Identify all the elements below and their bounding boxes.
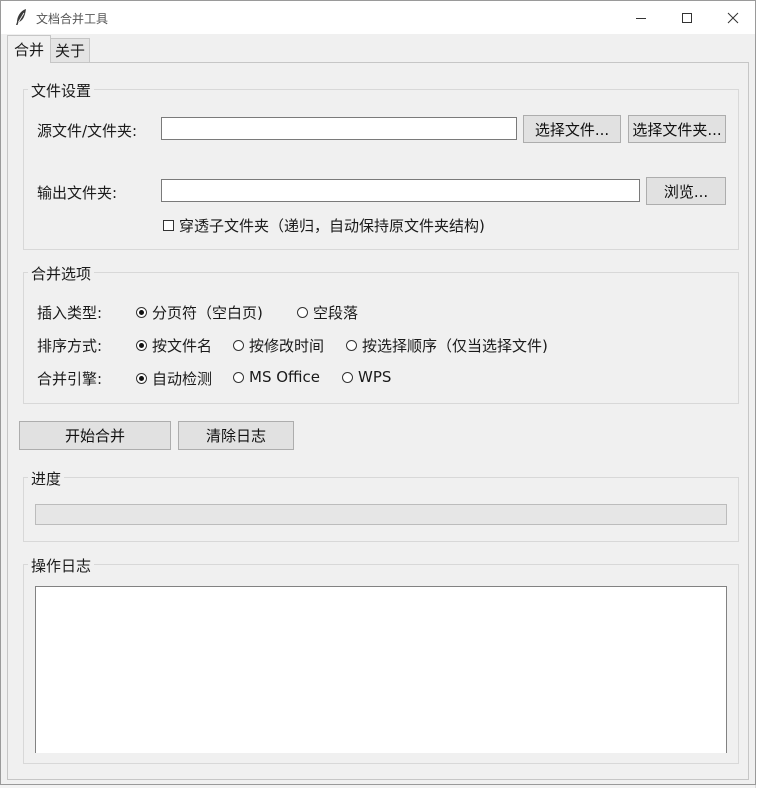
output-input[interactable] [161,179,640,202]
progress-bar [35,504,727,525]
radio-button-selected[interactable] [136,340,147,351]
radio-insert-empty-paragraph[interactable]: 空段落 [297,302,358,323]
radio-label: WPS [358,368,392,386]
radio-insert-page-break[interactable]: 分页符（空白页) [136,302,263,323]
tab-about[interactable]: 关于 [50,38,90,62]
source-label: 源文件/文件夹: [37,122,138,140]
app-window: 文档合并工具 合并 关于 文件设置 源文件/文件夹: 选择文件... 选择文件夹… [0,0,756,785]
background-app-window [755,0,762,788]
output-label: 输出文件夹: [37,184,118,202]
recursive-checkbox-label: 穿透子文件夹（递归，自动保持原文件夹结构) [179,217,485,235]
merge-options-title: 合并选项 [28,263,95,284]
feather-icon [16,9,26,25]
radio-engine-wps[interactable]: WPS [342,368,391,386]
radio-label: 自动检测 [152,370,213,388]
radio-engine-auto[interactable]: 自动检测 [136,368,212,389]
recursive-checkbox[interactable]: 穿透子文件夹（递归，自动保持原文件夹结构) [163,215,485,236]
radio-label: 按文件名 [152,337,213,355]
radio-engine-ms-office[interactable]: MS Office [233,368,320,386]
minimize-button[interactable] [618,1,664,34]
minimize-icon [636,17,646,19]
maximize-button[interactable] [664,1,710,34]
radio-button[interactable] [233,340,244,351]
start-merge-button[interactable]: 开始合并 [19,421,171,450]
browse-button[interactable]: 浏览... [646,177,726,205]
radio-label: 按选择顺序（仅当选择文件) [362,337,548,355]
log-title: 操作日志 [28,555,95,576]
radio-label: 空段落 [313,304,359,322]
insert-type-label: 插入类型: [37,304,103,322]
title-bar[interactable]: 文档合并工具 [1,1,755,34]
radio-button[interactable] [297,307,308,318]
tab-merge[interactable]: 合并 [7,35,51,63]
progress-title: 进度 [28,468,65,489]
radio-label: MS Office [249,368,321,386]
window-title: 文档合并工具 [36,12,109,26]
select-folder-button[interactable]: 选择文件夹... [628,115,726,143]
log-textarea[interactable] [35,586,727,753]
close-icon [727,12,739,23]
radio-button-selected[interactable] [136,307,147,318]
radio-sort-selection-order[interactable]: 按选择顺序（仅当选择文件) [346,335,548,356]
radio-button-selected[interactable] [136,373,147,384]
radio-label: 按修改时间 [249,337,325,355]
radio-button[interactable] [342,371,353,383]
sort-method-label: 排序方式: [37,337,103,355]
maximize-icon [682,12,692,23]
clear-log-button[interactable]: 清除日志 [178,421,294,450]
engine-label: 合并引擎: [37,370,103,388]
radio-button[interactable] [233,371,244,383]
file-settings-title: 文件设置 [28,80,95,101]
checkbox-box[interactable] [163,220,174,231]
close-button[interactable] [710,1,756,34]
source-input[interactable] [161,117,517,140]
radio-sort-modified-time[interactable]: 按修改时间 [233,335,324,356]
radio-sort-filename[interactable]: 按文件名 [136,335,212,356]
radio-button[interactable] [346,340,357,351]
select-file-button[interactable]: 选择文件... [523,115,621,143]
radio-label: 分页符（空白页) [152,304,263,322]
